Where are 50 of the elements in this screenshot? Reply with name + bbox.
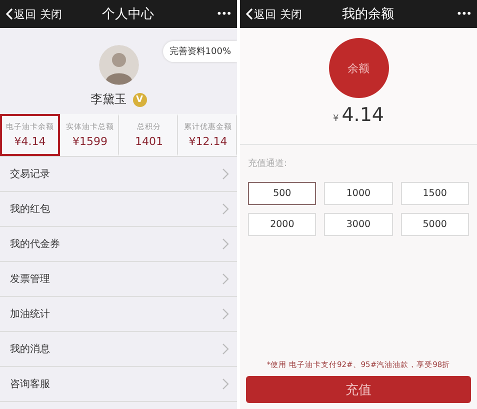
menu-item[interactable]: 我的消息 (0, 332, 237, 367)
menu-item[interactable]: 发票管理 (0, 262, 237, 297)
menu-item[interactable]: 加油统计 (0, 297, 237, 332)
chevron-right-icon (222, 273, 229, 285)
stat-value: 1401 (135, 135, 163, 148)
menu-item[interactable]: 交易记录 (0, 157, 237, 192)
menu-label: 发票管理 (10, 273, 50, 286)
chevron-right-icon (222, 203, 229, 215)
verified-badge: V (132, 92, 146, 106)
menu-item[interactable]: 咨询客服 (0, 367, 237, 402)
channel-label: 充值通道: (248, 158, 288, 170)
chevron-right-icon (222, 308, 229, 320)
amount-option[interactable]: 1500 (400, 182, 469, 205)
amount-option[interactable]: 1000 (324, 182, 393, 205)
menu-item[interactable]: 我的代金券 (0, 227, 237, 262)
menu-label: 我的消息 (10, 342, 50, 356)
profile-complete-button[interactable]: 完善资料100% (163, 41, 237, 62)
amount-option[interactable]: 2000 (248, 213, 316, 236)
close-button[interactable]: 关闭 (40, 6, 62, 22)
menu-label: 咨询客服 (10, 378, 50, 391)
menu-label: 我的代金券 (10, 238, 60, 251)
page-title: 个人中心 (101, 6, 156, 23)
back-chevron-icon (6, 8, 13, 20)
amount-option[interactable]: 3000 (324, 213, 393, 236)
chevron-right-icon (222, 378, 229, 390)
menu-label: 我的红包 (10, 202, 50, 216)
back-button[interactable]: 返回 (246, 6, 276, 22)
more-button[interactable]: ••• (216, 8, 231, 20)
stat-value: ¥1599 (72, 135, 108, 148)
back-chevron-icon (246, 8, 253, 20)
close-button[interactable]: 关闭 (280, 6, 302, 22)
chevron-right-icon (222, 238, 229, 250)
menu-label: 加油统计 (10, 308, 50, 321)
back-button[interactable]: 返回 (6, 6, 36, 22)
balance-amount: 4.14 (342, 104, 384, 126)
chevron-right-icon (222, 168, 229, 180)
menu-item[interactable]: 我的红包 (0, 192, 237, 227)
stat-value: ¥12.14 (188, 135, 228, 148)
user-name: 李黛玉 (90, 91, 126, 108)
amount-option[interactable]: 5000 (400, 213, 469, 236)
recharge-button[interactable]: 充值 (246, 376, 471, 403)
chevron-right-icon (222, 343, 229, 355)
currency-symbol: ¥ (332, 114, 339, 124)
menu-label: 交易记录 (10, 168, 50, 181)
avatar (98, 45, 138, 85)
page-title: 我的余额 (341, 6, 396, 23)
stat-value: ¥4.14 (14, 135, 46, 148)
balance-badge: 余额 (328, 38, 388, 98)
more-button[interactable]: ••• (456, 8, 471, 20)
amount-option[interactable]: 500 (248, 182, 316, 205)
